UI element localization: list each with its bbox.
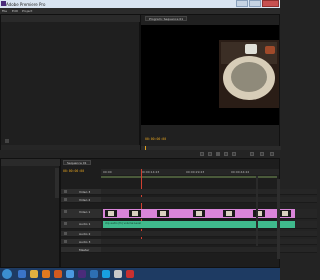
tab-timeline[interactable]: Sequence 01 [63, 160, 91, 165]
track-lane-video1[interactable] [101, 209, 317, 219]
clip-thumbnail [223, 210, 235, 217]
app-icon-2[interactable] [126, 270, 134, 278]
track-name: Audio 1 [79, 222, 91, 226]
track-lane-video2[interactable] [101, 197, 317, 203]
play-icon[interactable] [216, 152, 220, 156]
audio-clip[interactable]: clip audio (fx) volume:Level [103, 221, 295, 228]
mark-out-icon[interactable] [232, 152, 236, 156]
source-monitor-panel [0, 14, 141, 150]
track-name: Video 1 [79, 210, 91, 214]
track-lane-master[interactable] [101, 247, 317, 253]
project-scrollbar[interactable] [55, 168, 59, 198]
timeline-ruler[interactable]: 00:00 00:00:14:23 00:00:29:23 00:00:44:2… [101, 169, 279, 175]
menu-project[interactable]: Project [22, 9, 32, 13]
lift-icon[interactable] [260, 152, 264, 156]
menu-file[interactable]: File [2, 9, 7, 13]
broth-shape [231, 62, 267, 92]
speaker-icon[interactable] [64, 232, 67, 235]
app-icon[interactable] [114, 270, 122, 278]
video-preview-image [219, 40, 279, 108]
track-name: Video 3 [79, 190, 91, 194]
clip-thumbnail [157, 210, 169, 217]
start-orb-icon[interactable] [2, 269, 12, 279]
timeline-timecode[interactable]: 00:00:00:00 [63, 169, 84, 173]
track-header-audio1: Audio 1 [61, 221, 101, 229]
audio-clip-label: clip audio (fx) volume:Level [105, 222, 141, 225]
track-lane-audio3[interactable] [101, 239, 317, 245]
program-monitor-panel: Program: Sequence 01 00:00:00:00 [140, 14, 281, 150]
source-settings-icon[interactable] [5, 139, 9, 143]
track-header-video1: Video 1 [61, 209, 101, 219]
track-name: Audio 3 [79, 240, 91, 244]
skype-icon[interactable] [102, 270, 110, 278]
track-header-master: Master [61, 247, 101, 253]
track-name: Master [79, 248, 90, 252]
side-dish [265, 46, 275, 54]
work-area-bar[interactable] [101, 176, 277, 178]
track-header-video3: Video 3 [61, 189, 101, 195]
track-name: Audio 2 [79, 232, 91, 236]
paper-item [245, 44, 257, 54]
ruler-label: 00:00:14:23 [141, 170, 160, 174]
video-clip[interactable] [103, 209, 295, 218]
eye-icon[interactable] [64, 198, 67, 201]
track-lane-audio1[interactable]: clip audio (fx) volume:Level [101, 221, 317, 229]
window-title-bar: Adobe Premiere Pro [0, 0, 280, 8]
ruler-label: 00:00 [103, 170, 112, 174]
maximize-button[interactable] [249, 0, 261, 7]
track-lane-video3[interactable] [101, 189, 317, 195]
clip-thumbnail [193, 210, 205, 217]
menu-edit[interactable]: Edit [12, 9, 18, 13]
track-name: Video 2 [79, 198, 91, 202]
close-button[interactable] [262, 0, 279, 7]
chrome-icon[interactable] [66, 270, 74, 278]
eye-icon[interactable] [64, 190, 67, 193]
source-transport-bar [1, 145, 141, 150]
speaker-icon[interactable] [64, 222, 67, 225]
audio-meter [256, 176, 258, 246]
extract-icon[interactable] [270, 152, 274, 156]
track-lane-audio2[interactable] [101, 231, 317, 237]
program-video-frame [141, 25, 279, 125]
ruler-label: 00:00:29:23 [186, 170, 205, 174]
clip-thumbnail [105, 210, 117, 217]
track-header-audio3: Audio 3 [61, 239, 101, 245]
project-tab-bar [1, 159, 61, 166]
photoshop-icon[interactable] [90, 270, 98, 278]
program-current-timecode[interactable]: 00:00:00:00 [145, 137, 166, 141]
ie-icon[interactable] [18, 270, 26, 278]
program-transport-controls [140, 150, 280, 158]
ruler-label: 00:00:44:22 [231, 170, 250, 174]
timeline-panel: Sequence 01 00:00:00:00 00:00 00:00:14:2… [60, 158, 317, 268]
step-back-icon[interactable] [208, 152, 212, 156]
minimize-button[interactable] [236, 0, 248, 7]
clip-thumbnail [279, 210, 291, 217]
export-frame-icon[interactable] [250, 152, 254, 156]
eye-icon[interactable] [64, 210, 67, 213]
track-header-video2: Video 2 [61, 197, 101, 203]
clip-thumbnail [253, 210, 265, 217]
step-forward-icon[interactable] [224, 152, 228, 156]
source-tab-bar [1, 15, 141, 22]
media-player-icon[interactable] [42, 270, 50, 278]
project-panel [0, 158, 61, 268]
track-header-audio2: Audio 2 [61, 231, 101, 237]
speaker-icon[interactable] [64, 240, 67, 243]
premiere-icon[interactable] [78, 270, 86, 278]
clip-thumbnail [129, 210, 141, 217]
timeline-scrollbar[interactable] [277, 179, 280, 259]
window-title: Adobe Premiere Pro [6, 2, 46, 7]
folder-icon[interactable] [30, 270, 38, 278]
tab-program[interactable]: Program: Sequence 01 [145, 16, 188, 21]
firefox-icon[interactable] [54, 270, 62, 278]
mark-in-icon[interactable] [200, 152, 204, 156]
